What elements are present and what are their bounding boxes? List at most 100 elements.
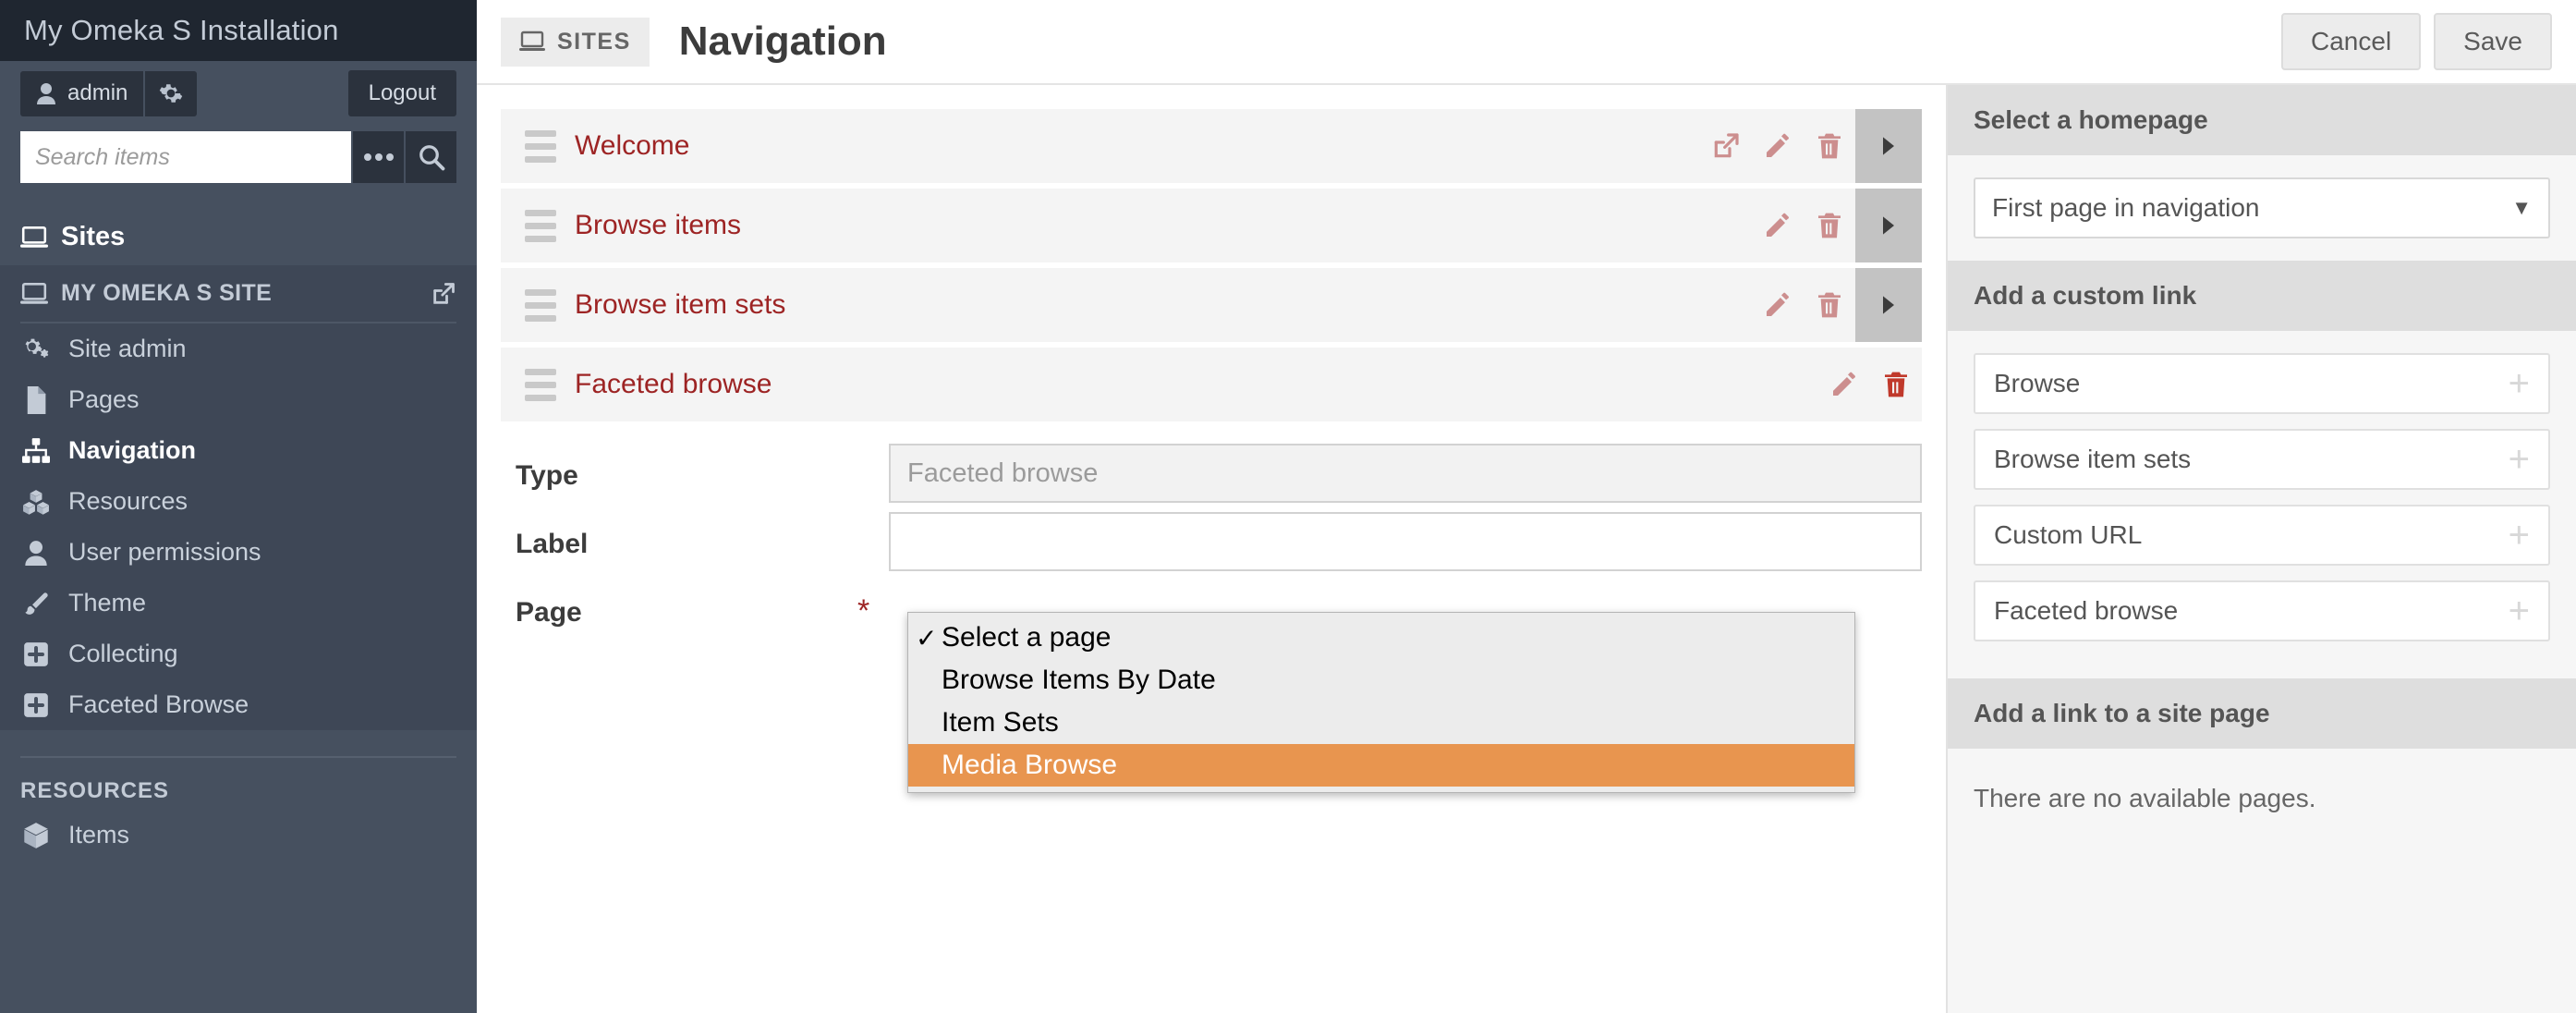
- page-field-label: Page: [516, 597, 582, 628]
- drag-handle-icon[interactable]: [501, 288, 575, 322]
- add-link-faceted-browse-button[interactable]: Faceted browse +: [1974, 580, 2550, 641]
- plus-icon: +: [2508, 591, 2530, 631]
- sidebar-item-label: Items: [68, 821, 130, 848]
- dropdown-option-highlighted[interactable]: Media Browse: [908, 744, 1854, 787]
- search-submit-button[interactable]: [404, 131, 456, 183]
- sidebar-item-faceted-browse[interactable]: Faceted Browse: [0, 679, 477, 730]
- installation-title: My Omeka S Installation: [24, 14, 339, 46]
- nav-row[interactable]: Faceted browse: [501, 348, 1922, 421]
- breadcrumb[interactable]: SITES: [501, 17, 650, 67]
- custom-link-section-heading: Add a custom link: [1948, 261, 2576, 331]
- sidebar-item-pages[interactable]: Pages: [0, 374, 477, 425]
- check-icon: ✓: [916, 623, 938, 653]
- user-name: admin: [67, 80, 128, 105]
- sidebar-item-label: Pages: [68, 385, 140, 413]
- delete-trash-icon[interactable]: [1804, 109, 1855, 183]
- sidebar-item-current-site[interactable]: MY OMEKA S SITE: [0, 265, 477, 322]
- cancel-button[interactable]: Cancel: [2281, 13, 2422, 70]
- user-icon: [20, 540, 52, 566]
- dropdown-option[interactable]: ✓ Select a page: [908, 616, 1854, 659]
- sidebar-item-resources[interactable]: Resources: [0, 476, 477, 527]
- resources-section-label: RESOURCES: [20, 778, 170, 803]
- edit-pencil-icon[interactable]: [1752, 109, 1804, 183]
- edit-pencil-icon[interactable]: [1818, 348, 1870, 421]
- sidebar-item-label: Site admin: [68, 335, 187, 362]
- installation-bar: My Omeka S Installation: [0, 0, 477, 61]
- sidebar-item-site-admin[interactable]: Site admin: [0, 323, 477, 374]
- add-link-browse-button[interactable]: Browse +: [1974, 353, 2550, 414]
- nav-link-form: Type Faceted browse Label Page *: [501, 427, 1922, 640]
- sidebar-item-items[interactable]: Items: [0, 810, 477, 860]
- plus-square-icon: [20, 641, 52, 667]
- logout-button[interactable]: Logout: [347, 70, 456, 116]
- add-link-custom-url-button[interactable]: Custom URL +: [1974, 505, 2550, 566]
- sidebar-item-label: User permissions: [68, 538, 261, 566]
- delete-trash-icon[interactable]: [1804, 268, 1855, 342]
- brush-icon: [20, 591, 52, 616]
- dropdown-option-label: Browse Items By Date: [942, 665, 1216, 695]
- link-button-label: Browse: [1994, 369, 2081, 397]
- add-link-browse-item-sets-button[interactable]: Browse item sets +: [1974, 429, 2550, 490]
- dropdown-option-label: Media Browse: [942, 750, 1118, 780]
- search-input[interactable]: [20, 131, 351, 183]
- current-site-block: MY OMEKA S SITE Site admin Pages Navigat…: [0, 265, 477, 730]
- nav-row[interactable]: Welcome: [501, 109, 1922, 183]
- expand-row-button[interactable]: [1855, 109, 1922, 183]
- gears-icon: [20, 336, 52, 362]
- cubes-icon: [20, 489, 52, 515]
- sidebar-item-label: Theme: [68, 589, 147, 616]
- main-area: SITES Navigation Cancel Save Welcome Bro…: [477, 0, 2576, 1013]
- app-root: My Omeka S Installation admin Logout Sea…: [0, 0, 2576, 1013]
- plus-icon: +: [2508, 439, 2530, 480]
- drag-handle-icon[interactable]: [501, 209, 575, 242]
- plus-square-icon: [20, 692, 52, 718]
- sidebar-item-collecting[interactable]: Collecting: [0, 629, 477, 679]
- nav-row-actions: [1700, 109, 1922, 183]
- page-select-dropdown[interactable]: ✓ Select a page Browse Items By Date Ite…: [907, 612, 1855, 793]
- user-link[interactable]: admin: [20, 71, 143, 116]
- homepage-select[interactable]: First page in navigation ▼: [1974, 177, 2550, 238]
- chevron-down-icon: ▼: [2511, 196, 2532, 219]
- nav-row[interactable]: Browse items: [501, 189, 1922, 262]
- sidebar-item-user-permissions[interactable]: User permissions: [0, 527, 477, 578]
- gear-icon: [159, 81, 183, 105]
- plus-icon: +: [2508, 515, 2530, 555]
- drag-handle-icon[interactable]: [501, 368, 575, 401]
- sidebar-item-theme[interactable]: Theme: [0, 578, 477, 629]
- label-input[interactable]: [889, 512, 1922, 571]
- delete-trash-icon[interactable]: [1804, 189, 1855, 262]
- save-button[interactable]: Save: [2434, 13, 2552, 70]
- search-advanced-button[interactable]: [351, 131, 404, 183]
- dropdown-option[interactable]: Browse Items By Date: [908, 659, 1854, 702]
- sidebar-item-label: Navigation: [68, 436, 197, 464]
- edit-pencil-icon[interactable]: [1752, 268, 1804, 342]
- drag-handle-icon[interactable]: [501, 129, 575, 163]
- navigation-editor: Welcome Browse items Browse item sets Fa…: [477, 85, 1946, 1013]
- delete-trash-icon[interactable]: [1870, 348, 1922, 421]
- dropdown-option[interactable]: Item Sets: [908, 702, 1854, 744]
- custom-link-section-body: Browse + Browse item sets + Custom URL +…: [1948, 331, 2576, 678]
- external-link-icon[interactable]: [431, 281, 456, 307]
- nav-row-actions: [1818, 348, 1922, 421]
- nav-row-label: Faceted browse: [575, 369, 772, 399]
- nav-row[interactable]: Browse item sets: [501, 268, 1922, 342]
- site-page-section-heading: Add a link to a site page: [1948, 678, 2576, 749]
- user-settings-button[interactable]: [145, 71, 197, 116]
- expand-row-button[interactable]: [1855, 268, 1922, 342]
- dropdown-option-label: Select a page: [942, 622, 1112, 653]
- ellipsis-icon: [363, 153, 395, 162]
- required-asterisk: *: [857, 593, 870, 629]
- edit-pencil-icon[interactable]: [1752, 189, 1804, 262]
- user-bar: admin Logout: [0, 61, 477, 126]
- external-link-icon[interactable]: [1700, 109, 1752, 183]
- search-icon: [418, 143, 445, 171]
- type-field-value: Faceted browse: [889, 444, 1922, 503]
- topbar-actions: Cancel Save: [2281, 13, 2552, 70]
- type-field-label: Type: [516, 460, 578, 491]
- laptop-icon: [519, 31, 545, 53]
- sidebar-item-navigation[interactable]: Navigation: [0, 425, 477, 476]
- breadcrumb-label: SITES: [557, 28, 631, 55]
- sites-section-header: Sites: [0, 190, 477, 265]
- expand-row-button[interactable]: [1855, 189, 1922, 262]
- link-button-label: Faceted browse: [1994, 596, 2179, 625]
